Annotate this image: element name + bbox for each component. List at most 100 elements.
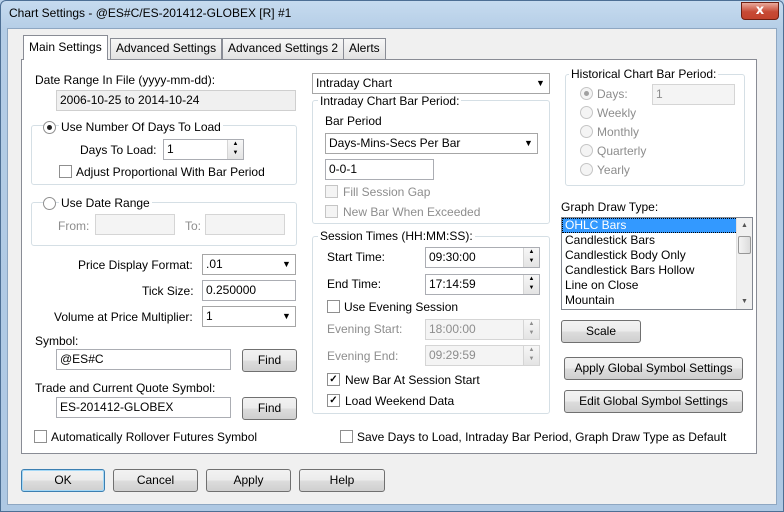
historical-yearly-label: Yearly <box>597 163 630 177</box>
end-time-label: End Time: <box>327 277 382 291</box>
end-time-value: 17:14:59 <box>429 277 476 291</box>
tick-size-label: Tick Size: <box>142 284 194 298</box>
date-range-label: Date Range In File (yyyy-mm-dd): <box>35 73 216 87</box>
scroll-up-icon[interactable]: ▲ <box>737 218 752 233</box>
use-days-label: Use Number Of Days To Load <box>59 120 223 134</box>
evening-start-value: 18:00:00 <box>429 322 476 336</box>
days-to-load-label: Days To Load: <box>80 143 157 157</box>
chevron-down-icon[interactable]: ▼ <box>278 307 295 326</box>
evening-end-value: 09:29:59 <box>429 348 476 362</box>
spin-down-icon[interactable]: ▼ <box>233 150 239 156</box>
end-time-updown[interactable]: ▲ ▼ <box>523 275 539 294</box>
scroll-thumb[interactable] <box>738 236 751 254</box>
symbol-field[interactable]: @ES#C <box>56 349 231 370</box>
use-date-range-radio[interactable] <box>43 197 56 210</box>
evening-end-label: Evening End: <box>327 349 399 363</box>
spin-up-icon[interactable]: ▲ <box>529 276 535 282</box>
spin-down-icon[interactable]: ▼ <box>529 330 535 336</box>
tab-main-settings[interactable]: Main Settings <box>23 35 108 60</box>
end-time-spinner[interactable]: 17:14:59 ▲ ▼ <box>425 274 540 295</box>
session-times-title: Session Times (HH:MM:SS): <box>318 229 475 243</box>
days-to-load-updown[interactable]: ▲ ▼ <box>227 140 243 159</box>
historical-monthly-radio[interactable] <box>580 125 593 138</box>
historical-quarterly-radio[interactable] <box>580 144 593 157</box>
use-days-radio[interactable] <box>43 121 56 134</box>
apply-global-symbol-settings-button[interactable]: Apply Global Symbol Settings <box>564 357 743 380</box>
symbol-label: Symbol: <box>35 334 79 348</box>
save-as-default-checkbox[interactable] <box>340 430 353 443</box>
date-range-value: 2006-10-25 to 2014-10-24 <box>56 90 296 111</box>
chevron-down-icon[interactable]: ▼ <box>520 134 537 153</box>
price-display-format-value: .01 <box>206 257 223 271</box>
tab-advanced-settings-2[interactable]: Advanced Settings 2 <box>222 38 345 59</box>
list-item[interactable]: Candlestick Bars Hollow <box>562 263 752 278</box>
evening-end-spinner[interactable]: 09:29:59 ▲ ▼ <box>425 345 540 366</box>
use-evening-session-label: Use Evening Session <box>344 300 459 314</box>
use-evening-session-checkbox[interactable] <box>327 300 340 313</box>
tab-advanced-settings[interactable]: Advanced Settings <box>110 38 223 59</box>
edit-global-symbol-settings-button[interactable]: Edit Global Symbol Settings <box>564 390 743 413</box>
tick-size-field[interactable]: 0.250000 <box>202 280 296 301</box>
help-button[interactable]: Help <box>299 469 385 492</box>
spin-up-icon[interactable]: ▲ <box>529 321 535 327</box>
trade-symbol-label: Trade and Current Quote Symbol: <box>35 381 216 395</box>
graph-draw-type-list[interactable]: OHLC Bars Candlestick Bars Candlestick B… <box>561 217 753 310</box>
spin-up-icon[interactable]: ▲ <box>529 347 535 353</box>
symbol-find-button[interactable]: Find <box>242 349 297 372</box>
days-to-load-spinner[interactable]: 1 ▲ ▼ <box>163 139 244 160</box>
price-display-format-label: Price Display Format: <box>78 258 193 272</box>
list-item[interactable]: Candlestick Bars <box>562 233 752 248</box>
start-time-label: Start Time: <box>327 250 386 264</box>
chart-type-select[interactable]: Intraday Chart ▼ <box>312 73 550 94</box>
start-time-updown[interactable]: ▲ ▼ <box>523 248 539 267</box>
historical-weekly-radio[interactable] <box>580 106 593 119</box>
trade-symbol-find-button[interactable]: Find <box>242 397 297 420</box>
trade-symbol-field[interactable]: ES-201412-GLOBEX <box>56 397 231 418</box>
list-item[interactable]: OHLC Bars <box>562 218 752 233</box>
list-item[interactable]: Mountain <box>562 293 752 308</box>
scale-button[interactable]: Scale <box>561 320 641 343</box>
close-button[interactable]: x <box>741 2 779 20</box>
graph-draw-type-label: Graph Draw Type: <box>561 200 659 214</box>
scroll-down-icon[interactable]: ▼ <box>737 294 752 309</box>
price-display-format-select[interactable]: .01 ▼ <box>202 254 296 275</box>
bar-period-field[interactable]: 0-0-1 <box>325 159 434 180</box>
cancel-button[interactable]: Cancel <box>113 469 198 492</box>
start-time-spinner[interactable]: 09:30:00 ▲ ▼ <box>425 247 540 268</box>
to-date-field[interactable] <box>205 214 285 235</box>
auto-rollover-checkbox[interactable] <box>34 430 47 443</box>
historical-yearly-radio[interactable] <box>580 163 593 176</box>
from-date-field[interactable] <box>95 214 175 235</box>
fill-session-gap-label: Fill Session Gap <box>343 185 431 199</box>
chevron-down-icon[interactable]: ▼ <box>532 74 549 93</box>
evening-start-updown[interactable]: ▲ ▼ <box>523 320 539 339</box>
spin-up-icon[interactable]: ▲ <box>529 249 535 255</box>
adjust-proportional-checkbox[interactable] <box>59 165 72 178</box>
load-weekend-data-checkbox[interactable]: ✓ <box>327 394 340 407</box>
spin-up-icon[interactable]: ▲ <box>233 141 239 147</box>
evening-end-updown[interactable]: ▲ ▼ <box>523 346 539 365</box>
historical-days-field[interactable]: 1 <box>652 84 735 105</box>
chevron-down-icon[interactable]: ▼ <box>278 255 295 274</box>
list-item[interactable]: Line on Close <box>562 278 752 293</box>
bar-period-select[interactable]: Days-Mins-Secs Per Bar ▼ <box>325 133 538 154</box>
list-item[interactable]: Candlestick Body Only <box>562 248 752 263</box>
use-date-range-label: Use Date Range <box>59 196 152 210</box>
historical-days-label: Days: <box>597 87 628 101</box>
tab-alerts[interactable]: Alerts <box>343 38 386 59</box>
to-label: To: <box>185 219 202 233</box>
historical-days-radio[interactable] <box>580 87 593 100</box>
apply-button[interactable]: Apply <box>206 469 291 492</box>
list-scrollbar[interactable]: ▲ ▼ <box>736 218 752 309</box>
historical-quarterly-label: Quarterly <box>597 144 647 158</box>
vap-multiplier-select[interactable]: 1 ▼ <box>202 306 296 327</box>
ok-button[interactable]: OK <box>21 469 105 492</box>
new-bar-exceeded-checkbox[interactable] <box>325 205 338 218</box>
spin-down-icon[interactable]: ▼ <box>529 356 535 362</box>
evening-start-spinner[interactable]: 18:00:00 ▲ ▼ <box>425 319 540 340</box>
new-bar-session-start-checkbox[interactable]: ✓ <box>327 373 340 386</box>
fill-session-gap-checkbox[interactable] <box>325 185 338 198</box>
new-bar-exceeded-label: New Bar When Exceeded <box>343 205 481 219</box>
spin-down-icon[interactable]: ▼ <box>529 258 535 264</box>
spin-down-icon[interactable]: ▼ <box>529 285 535 291</box>
